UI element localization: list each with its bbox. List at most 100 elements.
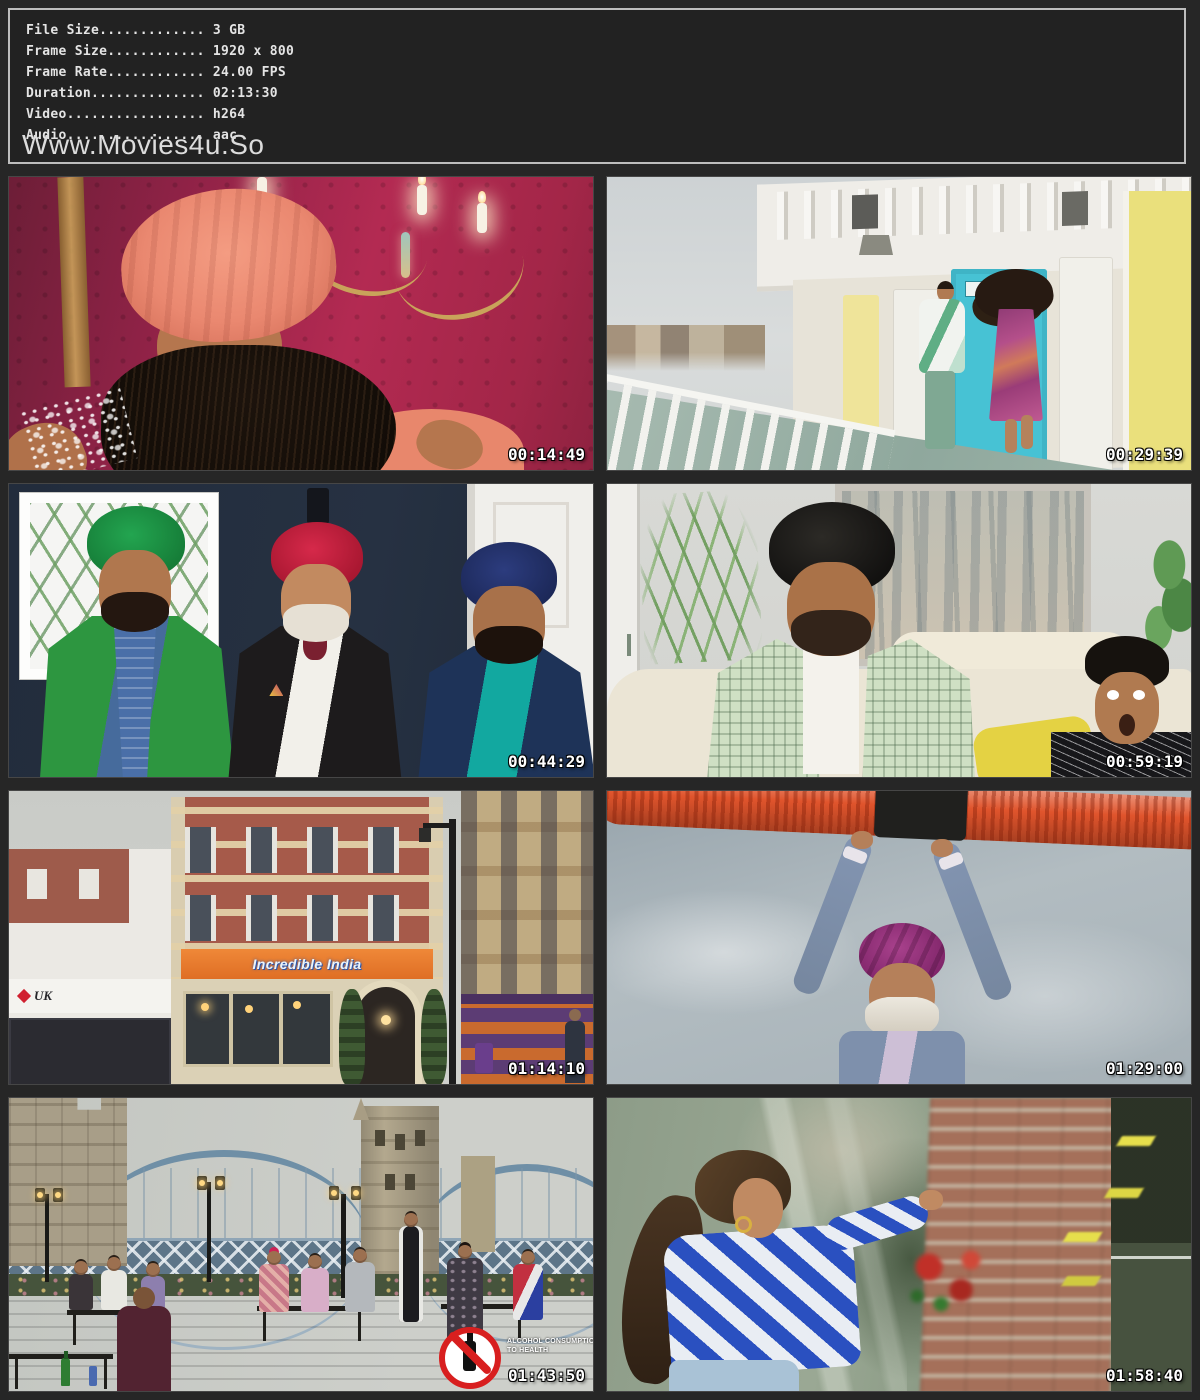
left-white-building <box>9 849 171 1085</box>
restaurant-sign-text: Incredible India <box>252 956 361 972</box>
gold-picture-frame <box>57 177 90 388</box>
chandelier-stem <box>401 232 410 278</box>
check-cardigan <box>662 1224 861 1379</box>
face <box>99 550 171 630</box>
screenshot-1: 00:14:49 <box>8 176 594 471</box>
lamp-head <box>35 1188 45 1202</box>
black-suit <box>221 626 407 778</box>
monstera-plant <box>1119 536 1191 651</box>
scene-flower-throw <box>607 1098 1191 1391</box>
screenshot-5: UK Incredible India 01:14:10 <box>8 790 594 1085</box>
stone-pillar <box>9 1098 127 1266</box>
distant-town <box>607 325 765 371</box>
scene-sofa-reaction <box>607 484 1191 777</box>
white-door <box>1059 257 1113 471</box>
hsbc-logo-icon <box>17 989 31 1003</box>
chandelier-candle <box>477 203 487 233</box>
scene-hanging-from-pipe <box>607 791 1191 1084</box>
hoop-earring <box>735 1216 752 1233</box>
arched-doorway <box>357 987 415 1085</box>
lamp-head <box>197 1176 207 1190</box>
person <box>345 1262 375 1312</box>
purple-wheelie-bin <box>475 1043 493 1073</box>
timestamp-overlay: 01:58:40 <box>1106 1366 1183 1385</box>
green-bottle <box>61 1358 70 1386</box>
bridge-turret <box>461 1156 495 1252</box>
white-shirt <box>803 650 859 774</box>
man-green-jacket <box>919 299 965 373</box>
timestamp-overlay: 01:29:00 <box>1106 1059 1183 1078</box>
lamp-head <box>53 1188 63 1202</box>
salmon-turban <box>115 180 342 350</box>
street-lamp <box>449 819 456 1085</box>
media-info-panel: File Size............. 3 GB Frame Size..… <box>8 8 1186 164</box>
pipe-black-band <box>874 790 968 841</box>
topiary-tree <box>339 989 365 1085</box>
dark-foliage-edge <box>1111 1098 1192 1392</box>
topiary-tree <box>421 989 447 1085</box>
scene-beach-huts-dance <box>607 177 1191 470</box>
screenshot-4: 00:59:19 <box>606 483 1192 778</box>
shocked-face <box>1095 672 1159 744</box>
chandelier-candle <box>417 185 427 215</box>
person-pink-turban <box>259 1264 289 1312</box>
person <box>301 1268 329 1312</box>
video-codec-line: Video................. h264 <box>26 104 1184 125</box>
lamp-post <box>207 1182 211 1282</box>
frame-size-line: Frame Size............ 1920 x 800 <box>26 41 1184 62</box>
blue-jeans <box>669 1360 799 1392</box>
blue-suit-torso <box>839 1031 965 1085</box>
face-white-beard <box>281 564 351 640</box>
lamp-head <box>351 1186 361 1200</box>
person <box>513 1264 543 1320</box>
screenshot-2: 00:29:39 <box>606 176 1192 471</box>
screenshot-7: ALCOHOL CONSUMPTION IS INJURIOUS TO HEAL… <box>8 1097 594 1392</box>
restaurant-sign: Incredible India <box>181 949 433 979</box>
timestamp-overlay: 00:29:39 <box>1106 445 1183 464</box>
thrown-red-flowers <box>899 1232 999 1332</box>
restaurant-window <box>183 991 333 1067</box>
blue-bottle <box>89 1366 97 1386</box>
yellow-wall <box>1123 191 1192 471</box>
screenshot-grid: 00:14:49 00:29:39 <box>8 176 1192 1392</box>
waiter <box>399 1226 423 1322</box>
warning-text: ALCOHOL CONSUMPTION IS INJURIOUS TO HEAL… <box>507 1337 594 1355</box>
timestamp-overlay: 00:14:49 <box>508 445 585 464</box>
screenshot-6: 01:29:00 <box>606 790 1192 1085</box>
man-head <box>937 281 954 301</box>
frame-rate-line: Frame Rate............ 24.00 FPS <box>26 62 1184 83</box>
lamp-head <box>329 1186 339 1200</box>
timestamp-overlay: 01:14:10 <box>508 1059 585 1078</box>
lamp-head <box>215 1176 225 1190</box>
timestamp-overlay: 00:44:29 <box>508 752 585 771</box>
window-row <box>185 827 429 873</box>
hand <box>919 1190 943 1210</box>
screenshot-8: 01:58:40 <box>606 1097 1192 1392</box>
foreground-person <box>117 1306 171 1392</box>
window-row <box>185 895 429 941</box>
duration-line: Duration.............. 02:13:30 <box>26 83 1184 104</box>
timestamp-overlay: 00:59:19 <box>1106 752 1183 771</box>
wall-lamp <box>859 235 893 255</box>
timestamp-overlay: 01:43:50 <box>508 1366 585 1385</box>
person <box>69 1274 93 1310</box>
uk-sign-text: UK <box>34 988 52 1004</box>
cable-hangers <box>89 1168 589 1248</box>
face <box>787 562 875 656</box>
man-green-pants <box>925 371 955 449</box>
site-watermark: Www.Movies4u.So <box>22 129 264 161</box>
file-size-line: File Size............. 3 GB <box>26 20 1184 41</box>
scene-incredible-india-street: UK Incredible India <box>9 791 593 1084</box>
intercom-panel <box>307 488 329 524</box>
long-black-beard <box>101 345 396 471</box>
screenshot-3: 00:44:29 <box>8 483 594 778</box>
powder-cloud <box>17 385 137 471</box>
gripping-hand <box>931 839 953 857</box>
scene-three-turbaned-men <box>9 484 593 777</box>
house-plant <box>637 489 764 665</box>
scene-tower-bridge-cafe: ALCOHOL CONSUMPTION IS INJURIOUS TO HEAL… <box>9 1098 593 1391</box>
scene-sadhu-blowing-powder <box>9 177 593 470</box>
face <box>473 586 545 662</box>
lamp-post <box>45 1194 49 1282</box>
hsbc-uk-sign: UK <box>9 979 171 1013</box>
